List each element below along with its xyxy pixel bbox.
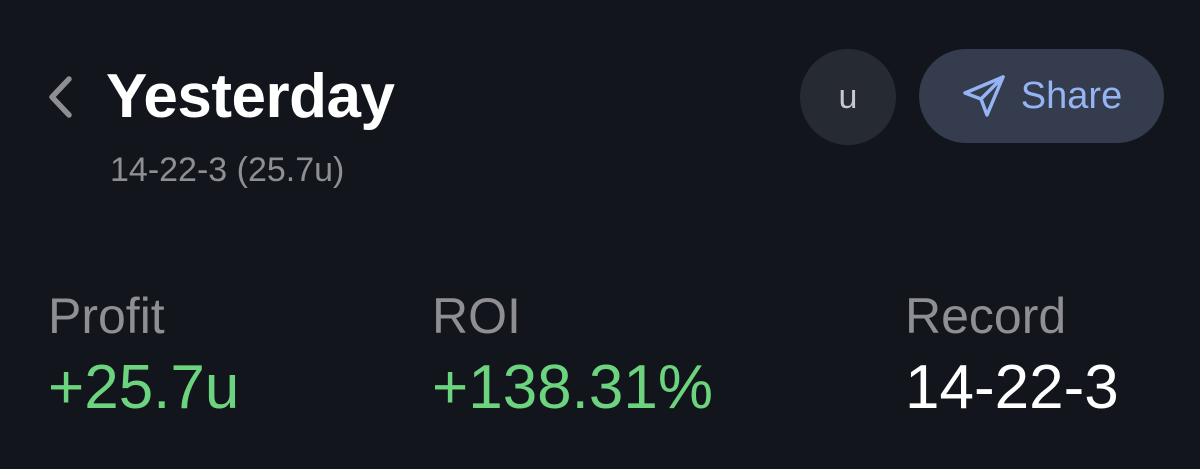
- stat-value-roi: +138.31%: [432, 353, 713, 422]
- chevron-left-icon: [49, 76, 72, 118]
- stat-value-record: 14-22-3: [905, 353, 1119, 422]
- units-button[interactable]: u: [800, 49, 896, 145]
- paper-plane-icon: [963, 75, 1005, 117]
- stat-roi: ROI +138.31%: [432, 286, 713, 424]
- share-button-label: Share: [1020, 75, 1123, 117]
- page-title: Yesterday: [106, 62, 395, 131]
- stat-profit: Profit +25.7u: [48, 286, 239, 424]
- stat-label-roi: ROI: [432, 288, 521, 344]
- stat-label-record: Record: [905, 288, 1067, 344]
- stat-value-profit: +25.7u: [48, 353, 240, 422]
- stat-record: Record 14-22-3: [905, 286, 1119, 424]
- stat-label-profit: Profit: [48, 288, 165, 344]
- share-button[interactable]: Share: [919, 49, 1164, 143]
- page-subtitle: 14-22-3 (25.7u): [110, 151, 345, 189]
- back-button[interactable]: [36, 66, 84, 128]
